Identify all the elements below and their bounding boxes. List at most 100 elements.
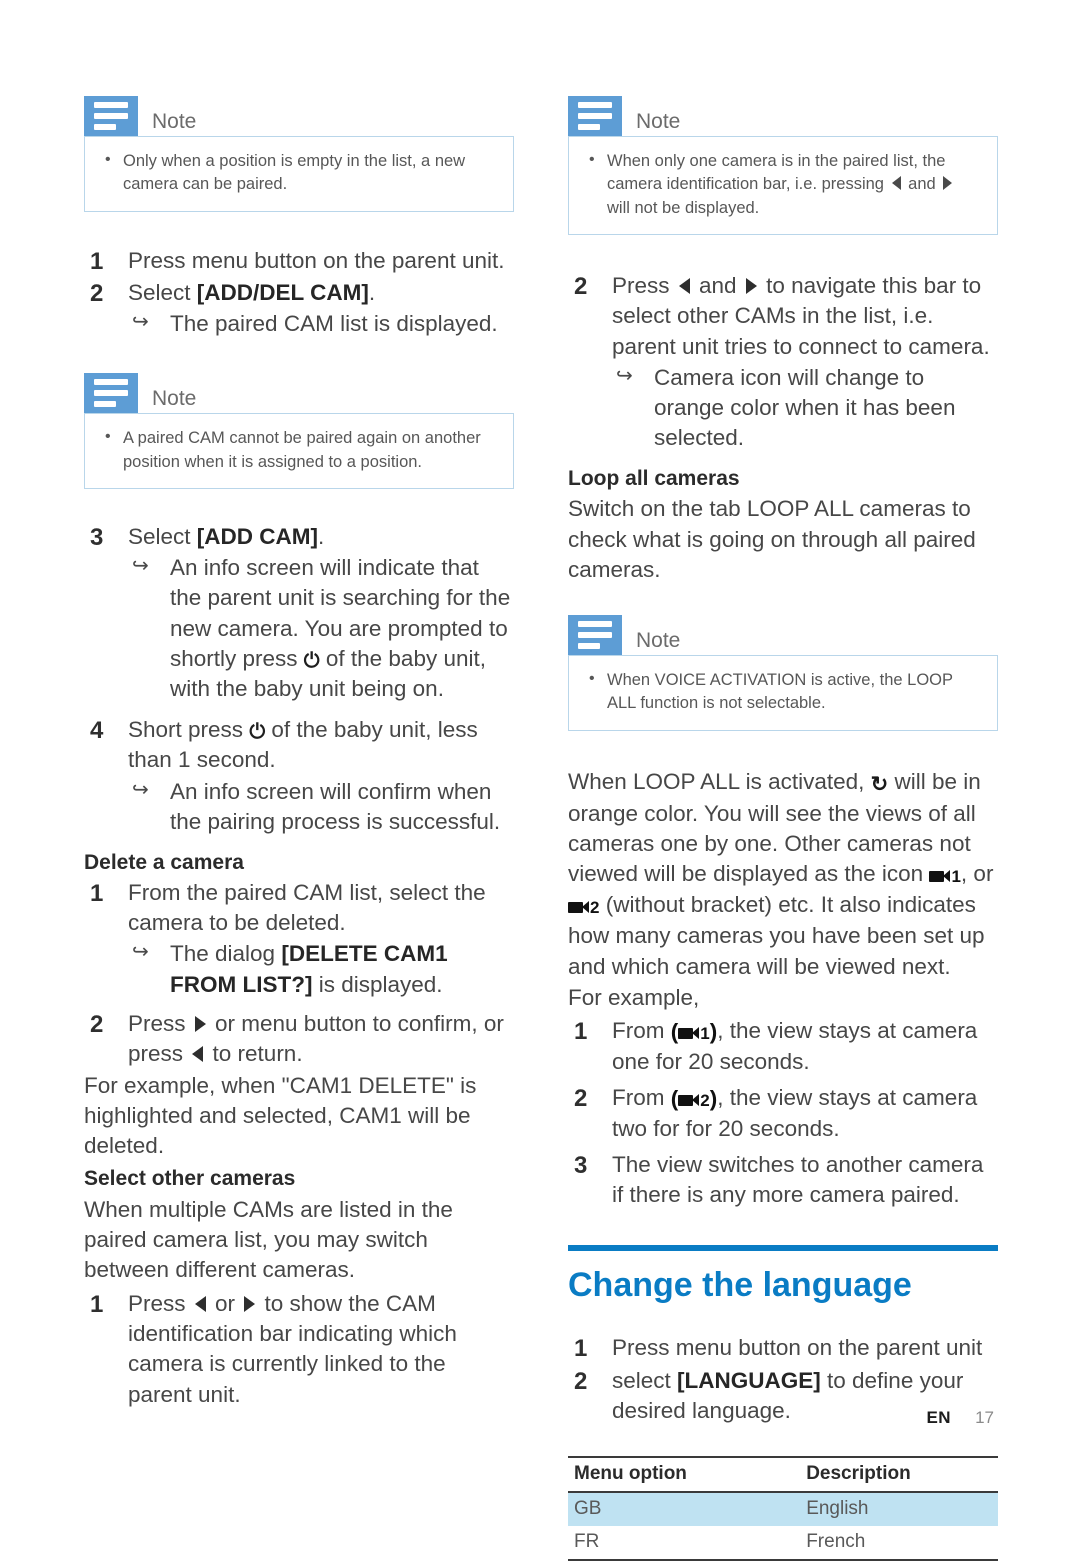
- note-lines-icon: [568, 96, 622, 136]
- steps-navigate-bar: 2 Press and to navigate this bar to sele…: [568, 271, 998, 453]
- section-rule: [568, 1244, 998, 1251]
- page-footer: EN 17: [0, 1408, 1080, 1428]
- sub-arrow-icon: ↪: [616, 364, 633, 387]
- cell-menu-option: FR: [568, 1525, 801, 1561]
- note-lines-icon: [568, 614, 622, 655]
- step-text-1: Press: [128, 1291, 192, 1317]
- step-text-before: Select: [128, 524, 197, 550]
- step-text: From the paired CAM list, select the cam…: [128, 880, 486, 936]
- table-row[interactable]: FR French: [568, 1525, 998, 1561]
- note-box-paired-cam: Note A paired CAM cannot be paired again…: [84, 373, 514, 490]
- column-header-menu-option: Menu option: [568, 1455, 801, 1493]
- step-sub-result: ↪ The dialog [DELETE CAM1 FROM LIST?] is…: [128, 939, 514, 999]
- note-bullet: When only one camera is in the paired li…: [585, 149, 981, 220]
- note-header: Note: [568, 96, 998, 136]
- step-number: 2: [90, 279, 104, 307]
- step-text-2: and: [692, 273, 743, 299]
- left-column: Note Only when a position is empty in th…: [84, 96, 514, 1412]
- step-number: 2: [574, 1367, 588, 1395]
- camera-number: 1: [700, 1023, 710, 1043]
- steps-add-camera-intro: 1 Press menu button on the parent unit. …: [84, 246, 514, 339]
- camera-2-icon: 2: [568, 891, 599, 921]
- step-number: 3: [90, 524, 104, 552]
- section-title: Change the language: [568, 1265, 912, 1304]
- step-sub-result: ↪ Camera icon will change to orange colo…: [612, 363, 998, 453]
- step-number: 1: [90, 247, 104, 275]
- note-header: Note: [84, 373, 514, 414]
- table-header-row: Menu option Description: [568, 1455, 998, 1493]
- note-bullet: Only when a position is empty in the lis…: [101, 149, 497, 197]
- step-text-before: select: [612, 1367, 678, 1393]
- step-text-2: or: [208, 1291, 242, 1317]
- sub-text: Camera icon will change to orange color …: [654, 364, 956, 450]
- menu-option-label: [ADD/DEL CAM]: [196, 279, 369, 305]
- column-header-description: Description: [800, 1455, 998, 1493]
- note-text-3: will not be displayed.: [607, 198, 760, 217]
- select-other-cameras-heading: Select other cameras: [84, 1167, 296, 1191]
- camera-1-icon: 1: [929, 860, 961, 890]
- step-item: 1 Press menu button on the parent unit: [568, 1333, 998, 1363]
- sub-arrow-icon: ↪: [132, 778, 149, 801]
- delete-example-paragraph: For example, when "CAM1 DELETE" is highl…: [84, 1072, 477, 1159]
- footer-page-number: 17: [975, 1408, 994, 1427]
- step-text: The view switches to another camera if t…: [612, 1152, 984, 1208]
- right-column: Note When only one camera is in the pair…: [568, 96, 998, 1561]
- step-item: 1 From (1), the view stays at camera one…: [568, 1016, 998, 1077]
- sub-arrow-icon: ↪: [132, 941, 149, 964]
- cell-description: French: [800, 1525, 998, 1561]
- camera-1-bracketed-icon: (1): [670, 1018, 718, 1044]
- menu-option-label: [ADD CAM]: [196, 524, 319, 550]
- note-lines-icon: [84, 96, 138, 136]
- left-arrow-icon: [194, 1296, 206, 1313]
- step-item: 4 Short press ⏻ of the baby unit, less t…: [84, 715, 514, 837]
- step-text-1: Short press: [128, 716, 250, 742]
- right-arrow-icon: [244, 1296, 256, 1313]
- loop-text-3: , or: [960, 861, 994, 887]
- right-arrow-icon: [745, 278, 757, 295]
- note-box-single-camera: Note When only one camera is in the pair…: [568, 96, 998, 236]
- note-header: Note: [84, 96, 514, 136]
- step-sub-result: ↪ The paired CAM list is displayed.: [128, 309, 514, 339]
- manual-page: Note Only when a position is empty in th…: [0, 0, 1080, 1561]
- sub-text-after: is displayed.: [312, 971, 443, 997]
- step-text: Press menu button on the parent unit: [612, 1335, 983, 1361]
- step-text-3: to return.: [206, 1040, 303, 1066]
- left-arrow-icon: [678, 278, 690, 295]
- step-text-1: Press: [612, 273, 676, 299]
- step-number: 2: [574, 273, 588, 301]
- sub-arrow-icon: ↪: [132, 555, 149, 578]
- sub-text: The paired CAM list is displayed.: [170, 311, 498, 337]
- step-text-1: Press: [128, 1010, 192, 1036]
- note-body: When only one camera is in the paired li…: [568, 136, 998, 236]
- loop-arrows-icon: ↻: [870, 772, 889, 796]
- step-text-after: .: [368, 279, 376, 305]
- note-body: Only when a position is empty in the lis…: [84, 136, 514, 212]
- step-item: 2 From (2), the view stays at camera two…: [568, 1083, 998, 1144]
- steps-loop-example: 1 From (1), the view stays at camera one…: [568, 1016, 998, 1211]
- left-arrow-icon: [891, 176, 901, 191]
- note-body: When VOICE ACTIVATION is active, the LOO…: [568, 654, 998, 731]
- step-number: 1: [574, 1017, 588, 1045]
- loop-all-cameras-heading: Loop all cameras: [568, 467, 740, 491]
- step-text-1: From: [612, 1017, 671, 1043]
- note-box-empty-position: Note Only when a position is empty in th…: [84, 96, 514, 212]
- right-arrow-icon: [194, 1015, 206, 1032]
- step-number: 1: [90, 880, 104, 908]
- step-number: 4: [90, 716, 104, 744]
- change-language-section: Change the language 1 Press menu button …: [568, 1244, 998, 1561]
- step-number: 1: [574, 1335, 588, 1363]
- step-item: 1 Press menu button on the parent unit.: [84, 246, 514, 276]
- step-number: 3: [574, 1152, 588, 1180]
- loop-all-description: When LOOP ALL is activated, ↻ will be in…: [568, 767, 998, 982]
- loop-text-4: (without bracket) etc. It also indicates…: [568, 892, 985, 979]
- step-number: 2: [90, 1010, 104, 1038]
- steps-add-camera: 3 Select [ADD CAM]. ↪ An info screen wil…: [84, 522, 514, 837]
- steps-select-other-cameras: 1 Press or to show the CAM identificatio…: [84, 1289, 514, 1410]
- loop-text-1: When LOOP ALL is activated,: [568, 768, 871, 794]
- note-bullet: A paired CAM cannot be paired again on a…: [101, 426, 497, 474]
- sub-arrow-icon: ↪: [132, 311, 149, 334]
- step-number: 1: [90, 1291, 104, 1319]
- sub-text: An info screen will confirm when the pai…: [170, 778, 501, 834]
- note-title: Note: [152, 110, 197, 133]
- note-box-voice-activation: Note When VOICE ACTIVATION is active, th…: [568, 614, 998, 731]
